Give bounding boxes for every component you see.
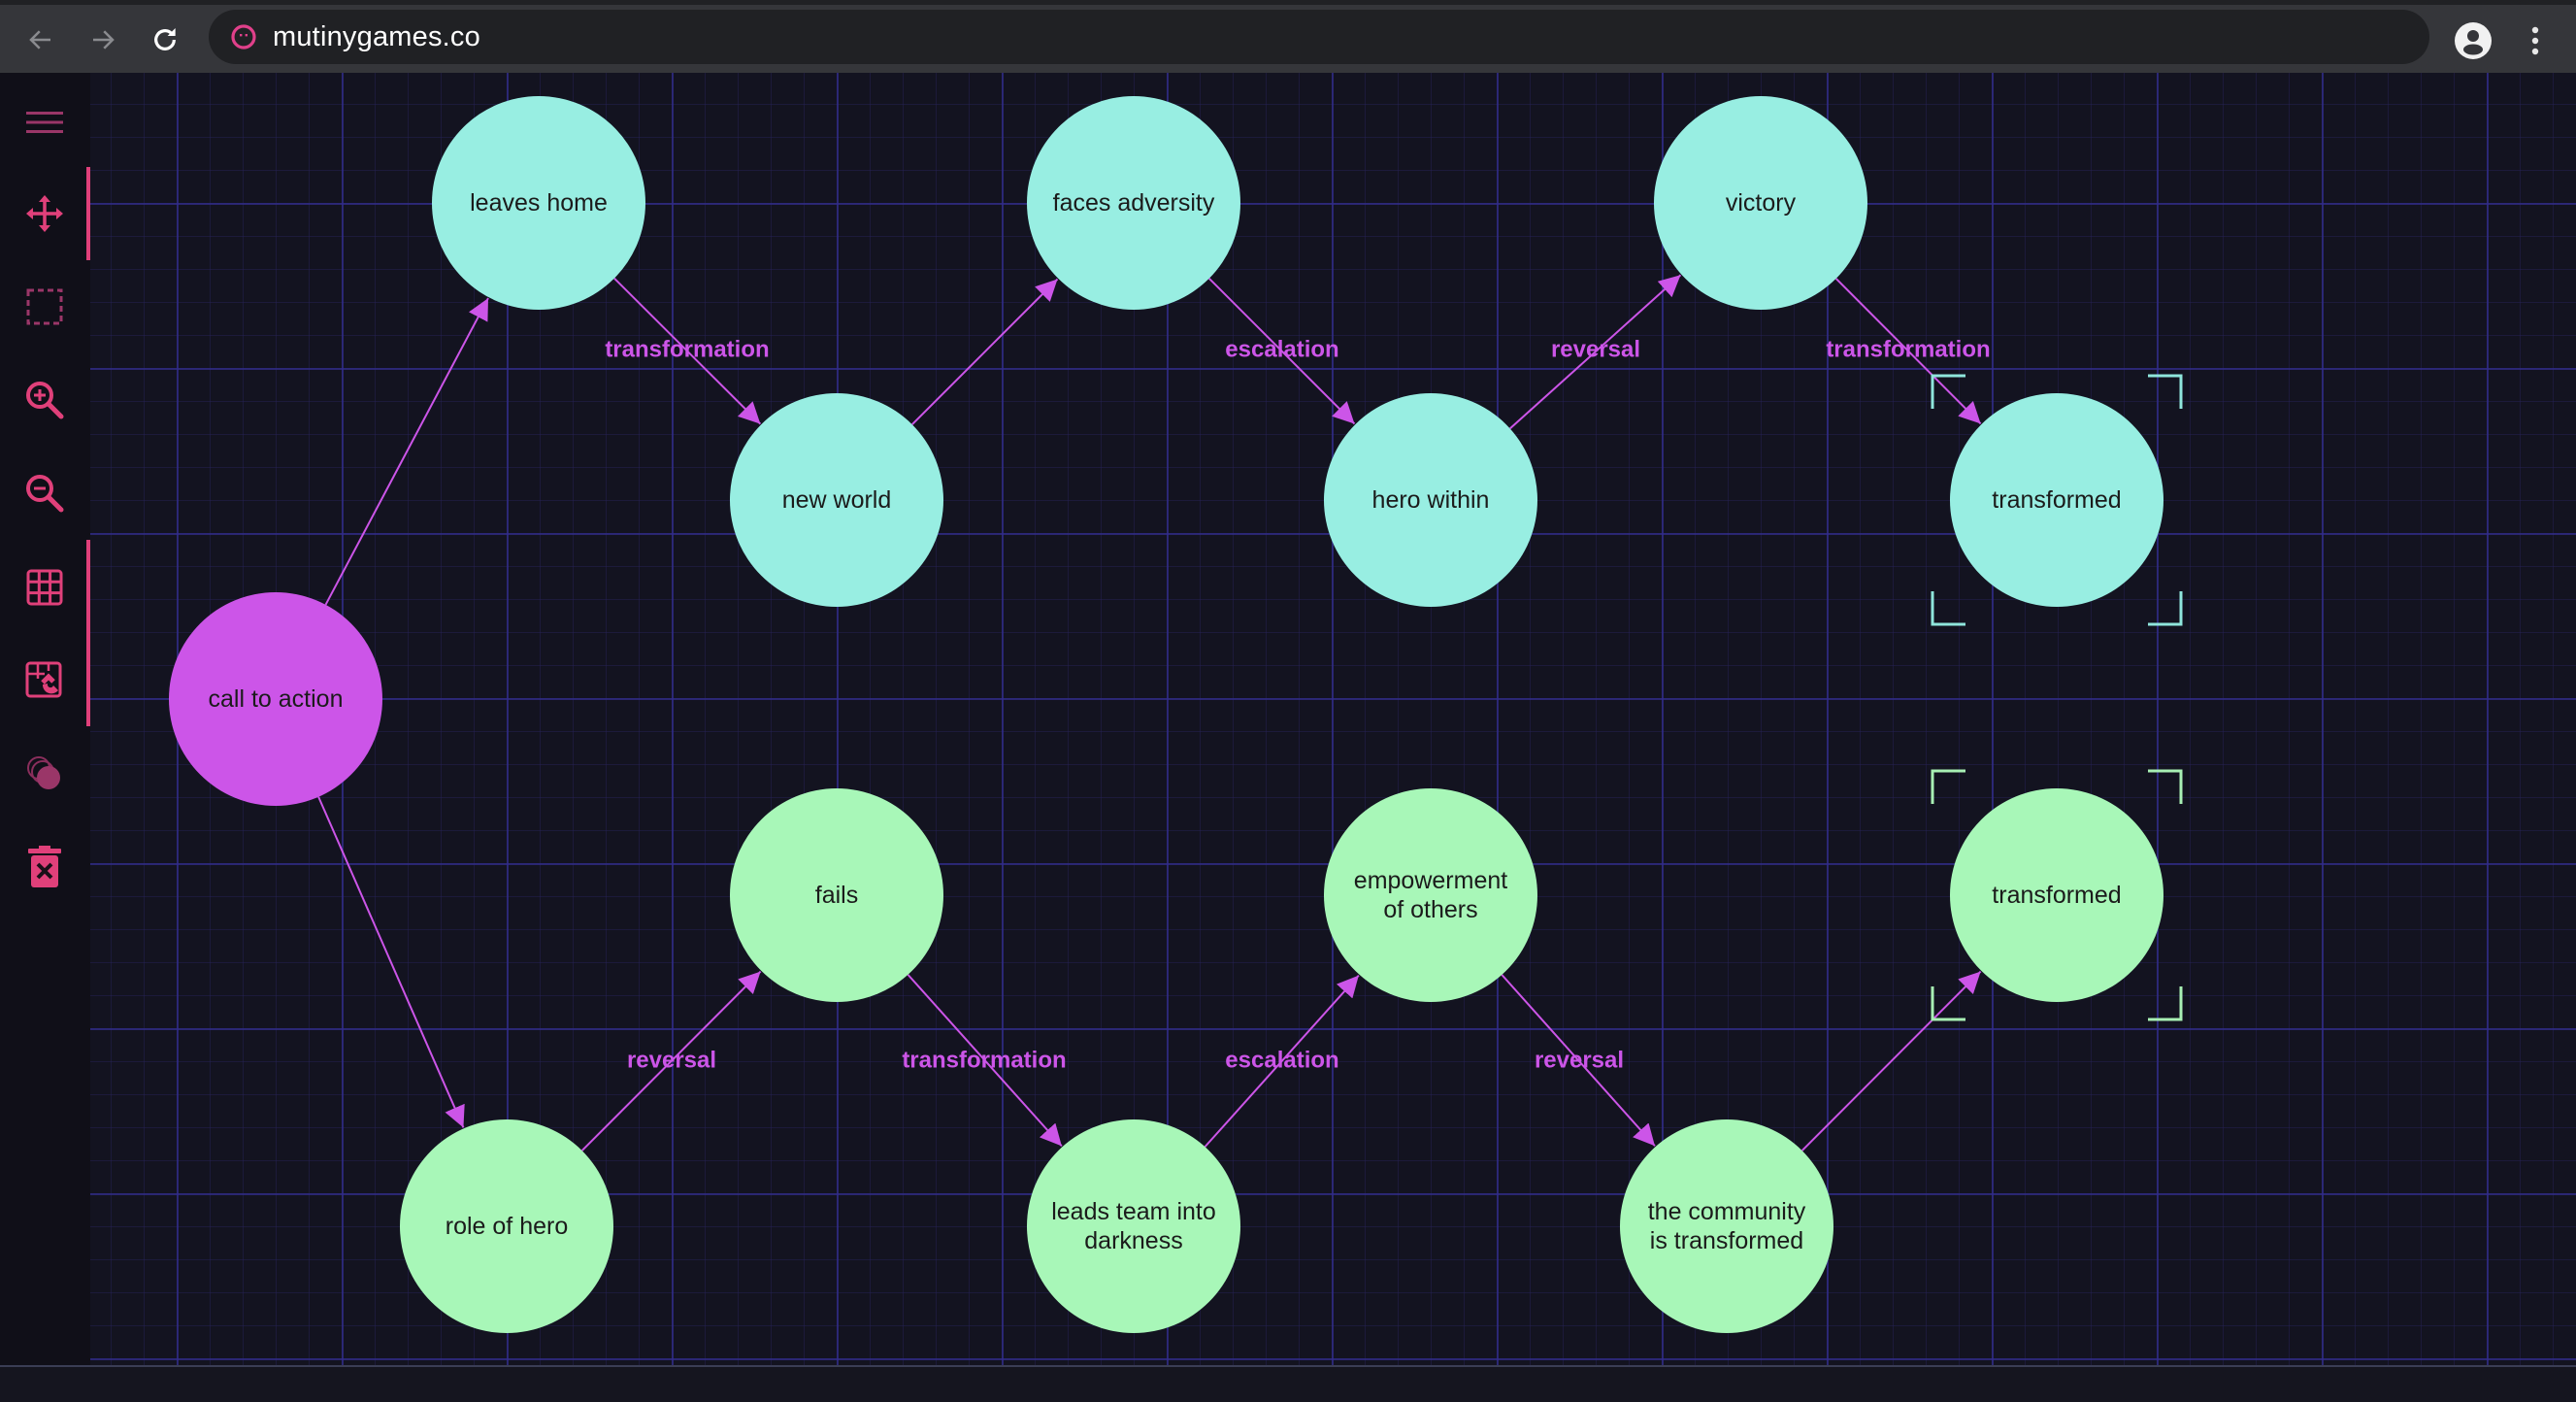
tool-stack-button[interactable] xyxy=(17,747,72,801)
graph-node[interactable]: transformed xyxy=(1950,788,2163,1002)
node-label: new world xyxy=(782,486,892,514)
tool-zoom-out-button[interactable] xyxy=(17,466,72,520)
node-label: the community xyxy=(1648,1198,1806,1225)
node-label: call to action xyxy=(209,685,344,713)
node-label: faces adversity xyxy=(1053,189,1215,217)
node-label: victory xyxy=(1726,189,1797,217)
trash-delete-icon xyxy=(28,846,61,887)
graph-node[interactable]: faces adversity xyxy=(1027,96,1240,310)
graph-node[interactable]: fails xyxy=(730,788,943,1002)
graph-node[interactable]: transformed xyxy=(1950,393,2163,607)
node-circle[interactable] xyxy=(1324,788,1537,1002)
tool-select-button[interactable] xyxy=(17,280,72,334)
zoom-out-icon xyxy=(26,475,64,513)
tool-sidebar xyxy=(0,73,91,1366)
graph-node[interactable]: the communityis transformed xyxy=(1620,1119,1833,1333)
node-label: transformed xyxy=(1992,486,2121,514)
node-label: hero within xyxy=(1372,486,1490,514)
node-label: fails xyxy=(815,882,858,909)
node-label: leaves home xyxy=(470,189,608,217)
arrow-left-icon xyxy=(29,30,50,50)
mutiny-face-icon xyxy=(231,24,256,50)
graph-node[interactable]: empowermentof others xyxy=(1324,788,1537,1002)
back-button[interactable] xyxy=(19,18,62,61)
node-label: empowerment xyxy=(1354,867,1507,894)
grid-icon xyxy=(26,569,63,606)
graph-node[interactable]: hero within xyxy=(1324,393,1537,607)
graph-node[interactable]: victory xyxy=(1654,96,1867,310)
node-circle[interactable] xyxy=(1620,1119,1833,1333)
forward-button[interactable] xyxy=(82,18,124,61)
move-arrows-icon xyxy=(26,195,63,232)
tool-snap-button[interactable] xyxy=(17,653,72,708)
tool-grid-button[interactable] xyxy=(17,560,72,615)
node-label: transformed xyxy=(1992,882,2121,909)
kebab-menu-icon[interactable] xyxy=(2524,22,2547,61)
zoom-in-icon xyxy=(26,382,64,419)
reload-button[interactable] xyxy=(144,18,186,61)
browser-toolbar: mutinygames.co xyxy=(0,5,2576,73)
reload-icon xyxy=(154,28,176,50)
node-label: is transformed xyxy=(1650,1227,1803,1254)
address-bar[interactable]: mutinygames.co xyxy=(209,10,2429,64)
graph-node[interactable]: call to action xyxy=(169,592,382,806)
node-label: of others xyxy=(1383,896,1477,923)
arrow-right-icon xyxy=(93,30,115,50)
hamburger-menu-icon xyxy=(26,112,63,133)
footer-bar xyxy=(0,1367,2576,1402)
url-text[interactable]: mutinygames.co xyxy=(273,10,480,64)
graph-node[interactable]: new world xyxy=(730,393,943,607)
tool-zoom-in-button[interactable] xyxy=(17,373,72,427)
tool-delete-button[interactable] xyxy=(17,840,72,894)
node-label: role of hero xyxy=(446,1213,568,1240)
graph-node[interactable]: leads team intodarkness xyxy=(1027,1119,1240,1333)
marquee-select-icon xyxy=(26,288,63,325)
graph-node[interactable]: role of hero xyxy=(400,1119,613,1333)
tool-move-button[interactable] xyxy=(17,186,72,241)
stacked-circles-icon xyxy=(27,756,60,789)
snap-to-grid-magnet-icon xyxy=(25,661,62,698)
tool-menu-button[interactable] xyxy=(17,95,72,150)
graph-node[interactable]: leaves home xyxy=(432,96,645,310)
node-circle[interactable] xyxy=(1027,1119,1240,1333)
node-label: darkness xyxy=(1084,1227,1182,1254)
account-circle-icon[interactable] xyxy=(2455,22,2492,59)
node-label: leads team into xyxy=(1051,1198,1216,1225)
